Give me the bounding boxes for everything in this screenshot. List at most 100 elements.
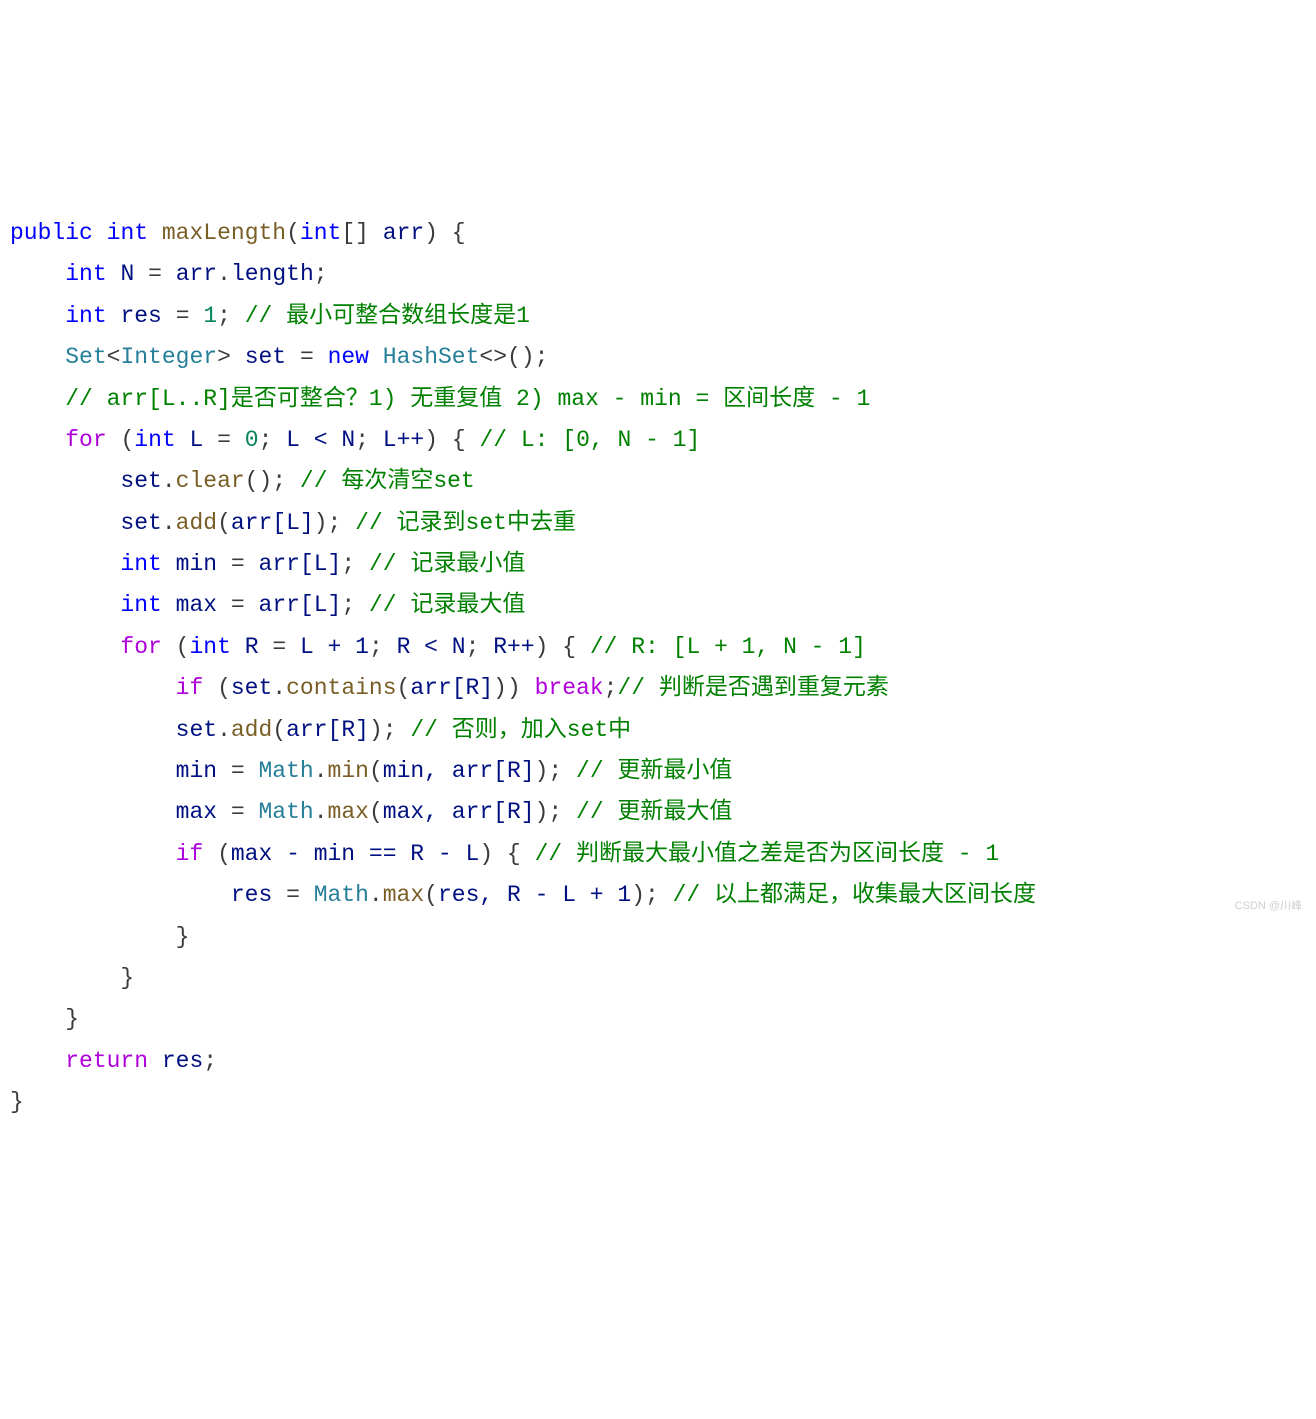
keyword-int: int	[134, 427, 175, 453]
method: clear	[176, 468, 245, 494]
comment: // 以上都满足，收集最大区间长度	[673, 882, 1036, 908]
code-editor: public int maxLength(int[] arr) { int N …	[10, 172, 1306, 1124]
brace: }	[176, 924, 190, 950]
expr: R++	[493, 634, 534, 660]
expr: R < N	[397, 634, 466, 660]
var: max	[176, 592, 217, 618]
comment: // 更新最大值	[576, 799, 732, 825]
var: set	[120, 510, 161, 536]
method: max	[383, 882, 424, 908]
comment: // 更新最小值	[576, 758, 732, 784]
code-line: int min = arr[L]; // 记录最小值	[10, 551, 525, 577]
var: min	[176, 758, 217, 784]
code-line: for (int R = L + 1; R < N; R++) { // R: …	[10, 634, 866, 660]
comment: // 记录到set中去重	[355, 510, 576, 536]
keyword-return: return	[65, 1048, 148, 1074]
comment: // 最小可整合数组长度是1	[245, 303, 530, 329]
var: arr	[176, 261, 217, 287]
expr: arr[R]	[410, 675, 493, 701]
code-line: // arr[L..R]是否可整合？1) 无重复值 2) max - min =…	[10, 386, 870, 412]
var: L	[190, 427, 204, 453]
code-line: set.clear(); // 每次清空set	[10, 468, 475, 494]
comment: // 判断是否遇到重复元素	[617, 675, 888, 701]
keyword-public: public	[10, 220, 93, 246]
code-line: min = Math.min(min, arr[R]); // 更新最小值	[10, 758, 732, 784]
method-name: maxLength	[162, 220, 286, 246]
keyword-for: for	[65, 427, 106, 453]
brace: }	[65, 1006, 79, 1032]
code-line: if (set.contains(arr[R])) break;// 判断是否遇…	[10, 675, 889, 701]
code-line: }	[10, 1089, 24, 1115]
code-line: return res;	[10, 1048, 217, 1074]
comment: // 否则，加入set中	[410, 717, 631, 743]
var: min	[176, 551, 217, 577]
var: N	[120, 261, 134, 287]
number: 1	[203, 303, 217, 329]
comment: // 判断最大最小值之差是否为区间长度 - 1	[535, 841, 1000, 867]
comment: // R: [L + 1, N - 1]	[590, 634, 866, 660]
expr: L + 1	[300, 634, 369, 660]
var: R	[245, 634, 259, 660]
code-line: Set<Integer> set = new HashSet<>();	[10, 344, 548, 370]
code-line: set.add(arr[L]); // 记录到set中去重	[10, 510, 576, 536]
keyword-int: int	[189, 634, 230, 660]
number: 0	[245, 427, 259, 453]
keyword-new: new	[328, 344, 369, 370]
var: res	[162, 1048, 203, 1074]
comment: // 记录最小值	[369, 551, 525, 577]
type: Math	[314, 882, 369, 908]
keyword-int: int	[120, 592, 161, 618]
method: min	[328, 758, 369, 784]
code-line: }	[10, 924, 189, 950]
method: max	[328, 799, 369, 825]
keyword-int: int	[120, 551, 161, 577]
comment: // 记录最大值	[369, 592, 525, 618]
var: set	[176, 717, 217, 743]
code-line: if (max - min == R - L) { // 判断最大最小值之差是否…	[10, 841, 999, 867]
var: res	[231, 882, 272, 908]
expr: max, arr[R]	[383, 799, 535, 825]
keyword-break: break	[535, 675, 604, 701]
expr: L++	[383, 427, 424, 453]
keyword-int: int	[65, 261, 106, 287]
expr: arr[R]	[286, 717, 369, 743]
expr: arr[L]	[231, 510, 314, 536]
code-line: set.add(arr[R]); // 否则，加入set中	[10, 717, 631, 743]
code-line: res = Math.max(res, R - L + 1); // 以上都满足…	[10, 882, 1036, 908]
keyword-int: int	[107, 220, 148, 246]
var: res	[120, 303, 161, 329]
expr: max - min == R - L	[231, 841, 479, 867]
var: set	[231, 675, 272, 701]
expr: min, arr[R]	[383, 758, 535, 784]
type: Math	[259, 758, 314, 784]
keyword-if: if	[176, 841, 204, 867]
type: Math	[259, 799, 314, 825]
brace: }	[120, 965, 134, 991]
code-line: }	[10, 965, 134, 991]
type: HashSet	[383, 344, 480, 370]
type: Set	[65, 344, 106, 370]
brace: }	[10, 1089, 24, 1115]
keyword-for: for	[120, 634, 161, 660]
code-line: max = Math.max(max, arr[R]); // 更新最大值	[10, 799, 732, 825]
method: add	[176, 510, 217, 536]
var: max	[176, 799, 217, 825]
code-line: int res = 1; // 最小可整合数组长度是1	[10, 303, 530, 329]
method: contains	[286, 675, 396, 701]
code-line: for (int L = 0; L < N; L++) { // L: [0, …	[10, 427, 700, 453]
code-line: int max = arr[L]; // 记录最大值	[10, 592, 525, 618]
comment: // L: [0, N - 1]	[479, 427, 700, 453]
comment: // arr[L..R]是否可整合？1) 无重复值 2) max - min =…	[65, 386, 870, 412]
keyword-int: int	[300, 220, 341, 246]
method: add	[231, 717, 272, 743]
expr: L < N	[286, 427, 355, 453]
keyword-int: int	[65, 303, 106, 329]
code-line: }	[10, 1006, 79, 1032]
var: set	[120, 468, 161, 494]
type: Integer	[120, 344, 217, 370]
expr: arr[L]	[259, 592, 342, 618]
code-line: int N = arr.length;	[10, 261, 328, 287]
expr: arr[L]	[259, 551, 342, 577]
comment: // 每次清空set	[300, 468, 475, 494]
code-line: public int maxLength(int[] arr) {	[10, 220, 466, 246]
